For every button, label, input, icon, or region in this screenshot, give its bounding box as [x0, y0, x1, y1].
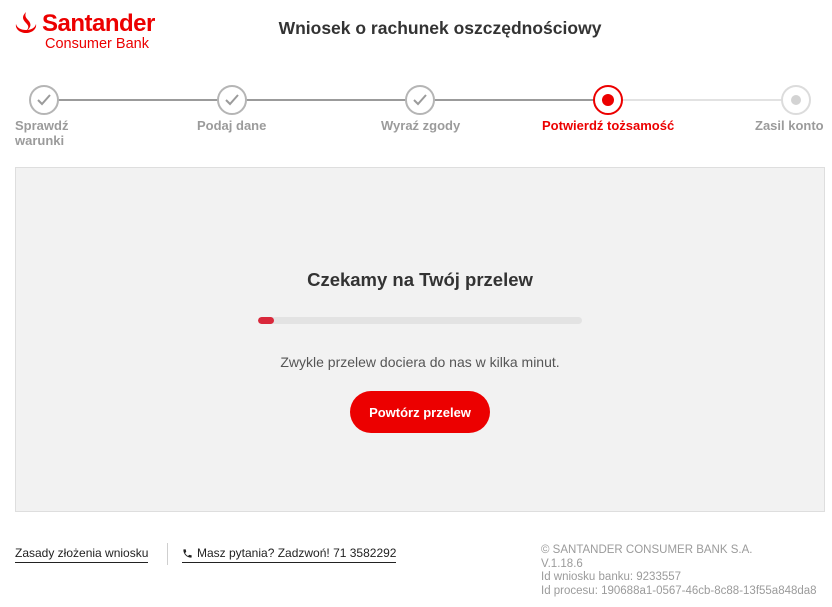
copyright-text: © SANTANDER CONSUMER BANK S.A.: [541, 544, 753, 556]
step-connector: [434, 99, 606, 101]
phone-icon: [183, 549, 192, 558]
progress-stepper: Sprawdź warunki Podaj dane Wyraź zgody P…: [0, 84, 832, 154]
santander-logo[interactable]: Santander Consumer Bank: [15, 10, 155, 52]
step-connector: [622, 99, 794, 101]
brand-subtitle: Consumer Bank: [45, 36, 149, 52]
version-text: V.1.18.6: [541, 557, 583, 570]
step-4-label: Potwierdź tożsamość: [542, 118, 675, 133]
brand-name: Santander: [42, 10, 155, 37]
step-3-indicator: [405, 85, 435, 115]
transfer-progress-bar: [258, 317, 582, 324]
santander-flame-icon: [15, 12, 37, 33]
bank-application-id: Id wniosku banku: 9233557: [541, 571, 682, 583]
step-2-indicator: [217, 85, 247, 115]
card-description: Zwykle przelew dociera do nas w kilka mi…: [280, 354, 560, 370]
legal-info: © SANTANDER CONSUMER BANK S.A. V.1.18.6 …: [541, 544, 817, 598]
check-icon: [225, 94, 239, 106]
step-2-label: Podaj dane: [197, 118, 267, 133]
step-1-indicator: [29, 85, 59, 115]
step-4-indicator: [593, 85, 623, 115]
retry-transfer-button[interactable]: Powtórz przelew: [350, 391, 490, 433]
pending-step-dot: [791, 95, 801, 105]
card-title: Czekamy na Twój przelew: [307, 269, 533, 290]
footer-divider: [167, 543, 168, 565]
step-connector: [245, 99, 419, 101]
process-id: Id procesu: 190688a1-0567-46cb-8c88-13f5…: [541, 584, 817, 597]
step-connector: [44, 99, 230, 101]
phone-contact-link[interactable]: Masz pytania? Zadzwoń! 71 3582292: [182, 546, 397, 563]
check-icon: [413, 94, 427, 106]
transfer-progress-fill: [258, 317, 275, 324]
step-1-label: Sprawdź warunki: [15, 118, 69, 148]
page-title: Wniosek o rachunek oszczędnościowy: [278, 18, 602, 38]
check-icon: [37, 94, 51, 106]
step-5-indicator: [781, 85, 811, 115]
transfer-status-card: Czekamy na Twój przelew Zwykle przelew d…: [15, 167, 825, 512]
phone-link-text: Masz pytania? Zadzwoń! 71 3582292: [197, 546, 397, 560]
step-3-label: Wyraź zgody: [381, 118, 461, 133]
step-5-label: Zasil konto: [755, 118, 824, 133]
active-step-dot: [602, 94, 614, 106]
application-rules-link[interactable]: Zasady złożenia wniosku: [15, 546, 149, 563]
